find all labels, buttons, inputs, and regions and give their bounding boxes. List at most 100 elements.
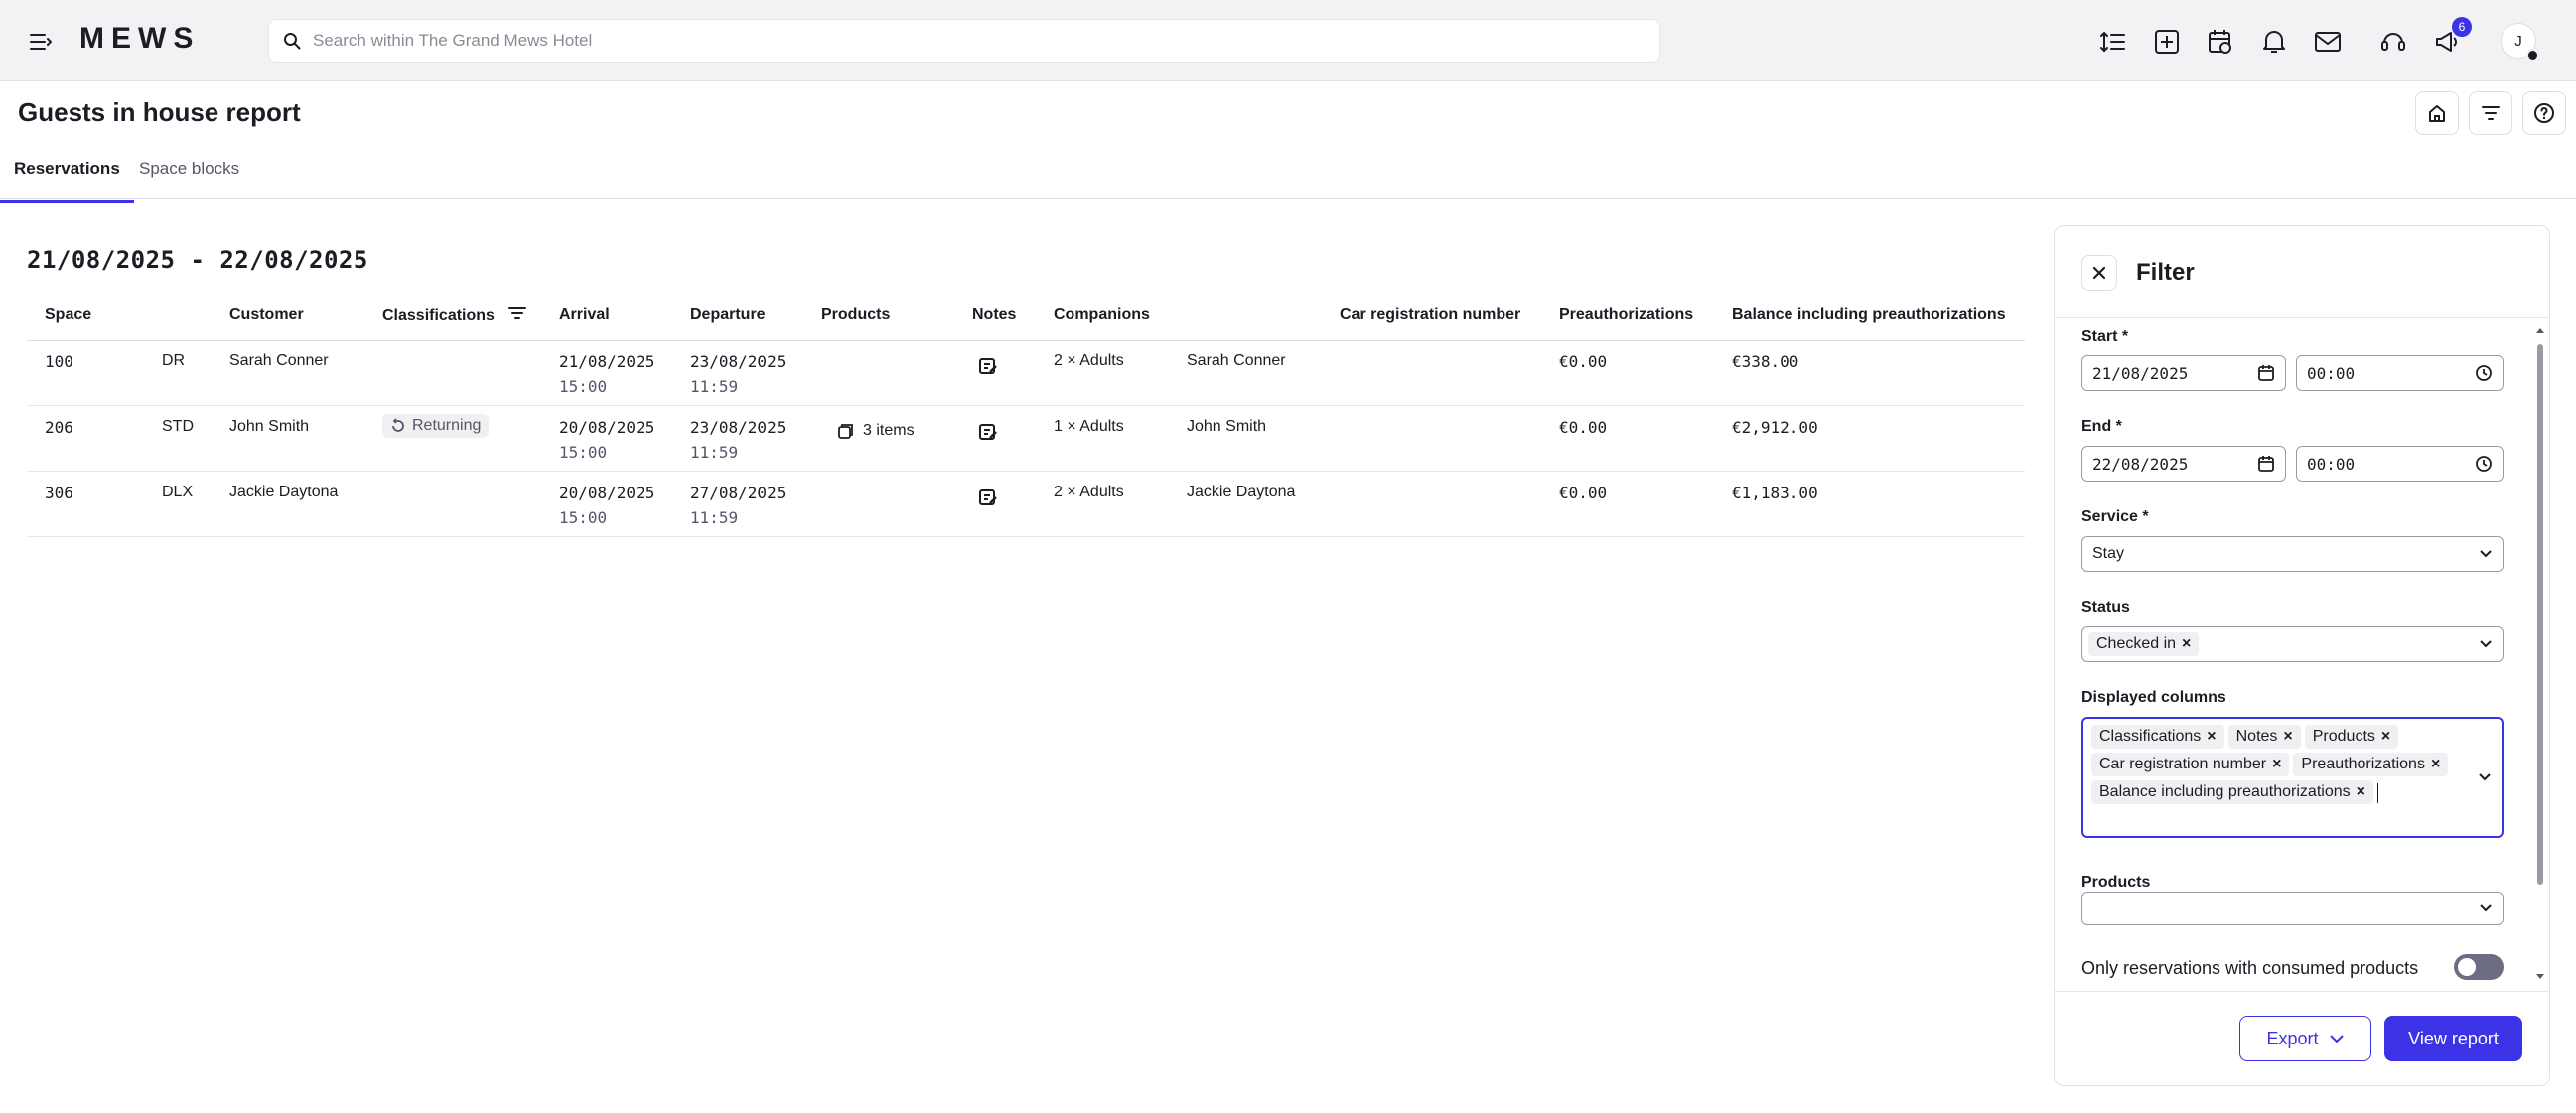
calendar-icon[interactable] xyxy=(2257,364,2275,382)
global-search[interactable] xyxy=(268,19,1660,63)
remove-tag-icon[interactable]: × xyxy=(2182,635,2191,653)
clock-icon[interactable] xyxy=(2475,364,2493,382)
displayed-columns-select[interactable]: Classifications × Notes × Products × Car re… xyxy=(2081,717,2504,838)
column-tag-label: Notes xyxy=(2235,728,2278,745)
note-edit-icon[interactable] xyxy=(978,422,998,447)
remove-tag-icon[interactable]: × xyxy=(2381,728,2390,746)
cell-customer[interactable]: Jackie Daytona xyxy=(229,484,338,501)
service-value: Stay xyxy=(2092,545,2125,562)
close-filter-button[interactable] xyxy=(2081,255,2117,291)
add-icon[interactable] xyxy=(2150,25,2184,59)
remove-tag-icon[interactable]: × xyxy=(2283,728,2292,746)
column-header-customer[interactable]: Customer xyxy=(229,306,304,324)
column-header-space[interactable]: Space xyxy=(45,306,91,324)
bell-icon[interactable] xyxy=(2257,25,2291,59)
column-tag-label: Classifications xyxy=(2099,728,2202,745)
page-title: Guests in house report xyxy=(18,97,301,127)
columns-label: Displayed columns xyxy=(2081,689,2226,706)
arrival-date: 20/08/2025 xyxy=(559,418,655,437)
column-header-balance[interactable]: Balance including preauthorizations xyxy=(1732,306,2006,324)
filter-scroll-thumb[interactable] xyxy=(2537,344,2543,885)
service-select[interactable]: Stay xyxy=(2081,536,2504,572)
column-tag: Products × xyxy=(2304,725,2399,749)
column-header-classifications-label: Classifications xyxy=(382,307,495,324)
classification-chip: Returning xyxy=(382,414,490,439)
start-date-value: 21/08/2025 xyxy=(2092,363,2189,383)
search-input[interactable] xyxy=(313,31,1604,51)
column-header-companions[interactable]: Companions xyxy=(1054,306,1150,324)
column-header-notes[interactable]: Notes xyxy=(972,306,1016,324)
column-filter-icon[interactable] xyxy=(508,306,527,320)
service-label: Service * xyxy=(2081,508,2149,525)
filter-header: Filter xyxy=(2055,226,2549,318)
cell-space: 100 xyxy=(45,352,73,371)
status-tag-label: Checked in xyxy=(2096,635,2177,652)
cell-space-type: DR xyxy=(162,352,186,369)
support-icon[interactable] xyxy=(2376,25,2410,59)
cell-companions: 2 × Adults xyxy=(1054,484,1124,500)
cell-companion-name[interactable]: Sarah Conner xyxy=(1187,352,1286,370)
column-header-classifications[interactable]: Classifications xyxy=(382,306,527,325)
help-icon xyxy=(2534,103,2554,123)
column-header-products[interactable]: Products xyxy=(821,306,890,324)
cell-customer[interactable]: Sarah Conner xyxy=(229,352,329,370)
arrival-date: 20/08/2025 xyxy=(559,484,655,502)
products-link[interactable]: 3 items xyxy=(837,422,915,445)
export-button[interactable]: Export xyxy=(2239,1016,2371,1061)
megaphone-icon[interactable]: 6 xyxy=(2430,17,2472,59)
chevron-down-icon xyxy=(2479,773,2491,781)
menu-icon[interactable] xyxy=(26,27,56,57)
chevron-down-icon xyxy=(2329,1035,2344,1043)
note-edit-icon[interactable] xyxy=(978,487,998,512)
calendar-clock-icon[interactable] xyxy=(2204,25,2237,59)
note-edit-icon[interactable] xyxy=(978,356,998,381)
consumed-products-label: Only reservations with consumed products xyxy=(2081,958,2419,978)
cell-customer[interactable]: John Smith xyxy=(229,418,309,436)
tab-space-blocks[interactable]: Space blocks xyxy=(139,159,239,195)
remove-tag-icon[interactable]: × xyxy=(2431,756,2440,773)
cell-balance: €1,183.00 xyxy=(1732,484,1818,502)
status-select[interactable]: Checked in × xyxy=(2081,626,2504,662)
column-header-departure[interactable]: Departure xyxy=(690,306,766,324)
end-date-value: 22/08/2025 xyxy=(2092,454,2189,474)
end-time-field[interactable]: 00:00 xyxy=(2296,446,2504,482)
departure-date: 23/08/2025 xyxy=(690,418,787,437)
help-button[interactable] xyxy=(2522,91,2566,135)
cell-companion-name[interactable]: John Smith xyxy=(1187,418,1266,436)
home-button[interactable] xyxy=(2415,91,2459,135)
column-header-arrival[interactable]: Arrival xyxy=(559,306,610,324)
view-report-button[interactable]: View report xyxy=(2384,1016,2522,1061)
start-time-field[interactable]: 00:00 xyxy=(2296,355,2504,391)
avatar[interactable]: J xyxy=(2501,23,2539,62)
cell-space-type: DLX xyxy=(162,484,194,500)
logo[interactable]: MEWS xyxy=(79,22,200,56)
remove-tag-icon[interactable]: × xyxy=(2207,728,2216,746)
remove-tag-icon[interactable]: × xyxy=(2357,783,2365,801)
clock-icon[interactable] xyxy=(2475,455,2493,473)
end-time-value: 00:00 xyxy=(2307,454,2356,474)
sort-lines-icon[interactable] xyxy=(2096,25,2130,59)
remove-tag-icon[interactable]: × xyxy=(2272,756,2281,773)
table-row[interactable]: 100 DR Sarah Conner 21/08/2025 15:00 23/… xyxy=(27,341,2025,406)
mail-icon[interactable] xyxy=(2311,25,2345,59)
export-label: Export xyxy=(2266,1028,2319,1048)
start-date-field[interactable]: 21/08/2025 xyxy=(2081,355,2286,391)
tab-reservations[interactable]: Reservations xyxy=(0,159,134,203)
cell-companions: 2 × Adults xyxy=(1054,352,1124,369)
column-header-car-registration[interactable]: Car registration number xyxy=(1340,306,1520,324)
table-row[interactable]: 206 STD John Smith Returning 20/08/2025 … xyxy=(27,406,2025,472)
cell-companion-name[interactable]: Jackie Daytona xyxy=(1187,484,1295,501)
cell-arrival: 20/08/2025 15:00 xyxy=(559,484,654,527)
end-date-field[interactable]: 22/08/2025 xyxy=(2081,446,2286,482)
table-row[interactable]: 306 DLX Jackie Daytona 20/08/2025 15:00 … xyxy=(27,472,2025,537)
consumed-products-toggle[interactable] xyxy=(2454,954,2504,980)
end-label: End * xyxy=(2081,418,2122,435)
chevron-down-icon xyxy=(2480,640,2492,648)
chevron-down-icon xyxy=(2480,550,2492,558)
column-tag: Notes × xyxy=(2227,725,2301,749)
column-header-preauthorizations[interactable]: Preauthorizations xyxy=(1559,306,1693,324)
products-select[interactable] xyxy=(2081,892,2504,925)
column-tag-label: Car registration number xyxy=(2099,756,2267,772)
calendar-icon[interactable] xyxy=(2257,455,2275,473)
filter-button[interactable] xyxy=(2469,91,2512,135)
